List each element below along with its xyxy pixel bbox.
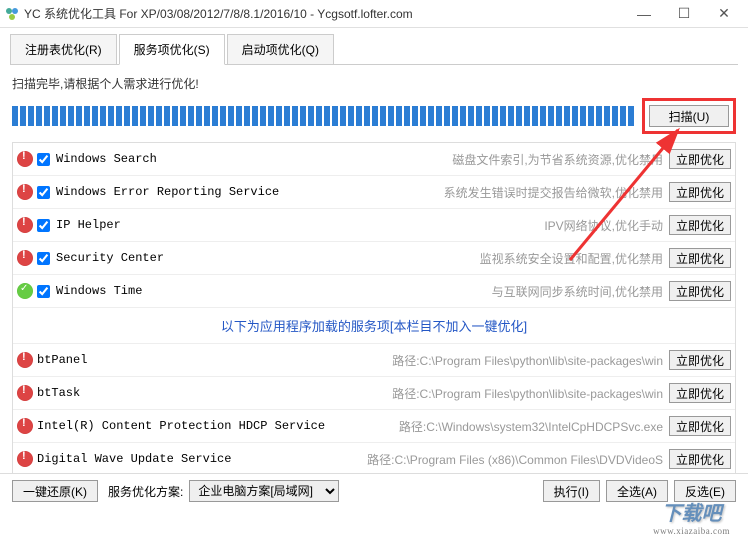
tab-registry[interactable]: 注册表优化(R) <box>10 34 117 64</box>
close-button[interactable]: ✕ <box>704 0 744 28</box>
service-checkbox[interactable] <box>37 186 50 199</box>
optimize-button[interactable]: 立即优化 <box>669 281 731 301</box>
warn-icon <box>17 151 33 167</box>
progress-row: 扫描(U) <box>0 96 748 142</box>
service-row: Windows Search 磁盘文件索引,为节省系统资源,优化禁用 立即优化 <box>13 143 735 176</box>
service-name: Windows Error Reporting Service <box>56 185 279 199</box>
service-desc: 磁盘文件索引,为节省系统资源,优化禁用 <box>157 151 669 168</box>
service-desc: 路径:C:\Program Files\python\lib\site-pack… <box>80 385 669 402</box>
optimize-button[interactable]: 立即优化 <box>669 149 731 169</box>
service-desc: 路径:C:\Program Files\python\lib\site-pack… <box>87 352 669 369</box>
optimize-button[interactable]: 立即优化 <box>669 449 731 469</box>
service-row: Intel(R) Content Protection HDCP Service… <box>13 410 735 443</box>
restore-button[interactable]: 一键还原(K) <box>12 480 98 502</box>
service-row: btPanel 路径:C:\Program Files\python\lib\s… <box>13 344 735 377</box>
service-name: Windows Time <box>56 284 142 298</box>
tab-services[interactable]: 服务项优化(S) <box>119 34 225 65</box>
bottom-toolbar: 一键还原(K) 服务优化方案: 企业电脑方案[局域网] 执行(I) 全选(A) … <box>0 473 748 508</box>
service-checkbox[interactable] <box>37 153 50 166</box>
service-desc: IPV网络协议,优化手动 <box>121 217 669 234</box>
service-desc: 与互联网同步系统时间,优化禁用 <box>142 283 669 300</box>
service-name: Security Center <box>56 251 164 265</box>
warn-icon <box>17 217 33 233</box>
service-row: btTask 路径:C:\Program Files\python\lib\si… <box>13 377 735 410</box>
service-row: Windows Time 与互联网同步系统时间,优化禁用 立即优化 <box>13 275 735 308</box>
service-name: IP Helper <box>56 218 121 232</box>
service-name: Intel(R) Content Protection HDCP Service <box>37 419 325 433</box>
watermark: 下载吧 www.xiazaiba.com <box>653 497 730 536</box>
service-checkbox[interactable] <box>37 219 50 232</box>
service-desc: 路径:C:\Windows\system32\IntelCpHDCPSvc.ex… <box>325 418 669 435</box>
optimize-button[interactable]: 立即优化 <box>669 248 731 268</box>
warn-icon <box>17 250 33 266</box>
scheme-select[interactable]: 企业电脑方案[局域网] <box>189 480 339 502</box>
minimize-button[interactable]: — <box>624 0 664 28</box>
service-row: Security Center 监视系统安全设置和配置,优化禁用 立即优化 <box>13 242 735 275</box>
scheme-label: 服务优化方案: <box>108 483 183 500</box>
warn-icon <box>17 418 33 434</box>
service-row: Windows Error Reporting Service 系统发生错误时提… <box>13 176 735 209</box>
warn-icon <box>17 385 33 401</box>
window-title: YC 系统优化工具 For XP/03/08/2012/7/8/8.1/2016… <box>24 5 624 22</box>
optimize-button[interactable]: 立即优化 <box>669 416 731 436</box>
service-row: IP Helper IPV网络协议,优化手动 立即优化 <box>13 209 735 242</box>
status-text: 扫描完毕,请根据个人需求进行优化! <box>0 65 748 96</box>
tabs: 注册表优化(R) 服务项优化(S) 启动项优化(Q) <box>10 34 738 65</box>
optimize-button[interactable]: 立即优化 <box>669 350 731 370</box>
service-name: btTask <box>37 386 80 400</box>
warn-icon <box>17 451 33 467</box>
tab-startup[interactable]: 启动项优化(Q) <box>227 34 334 64</box>
separator-text: 以下为应用程序加载的服务项[本栏目不加入一键优化] <box>13 308 735 344</box>
service-list[interactable]: Windows Search 磁盘文件索引,为节省系统资源,优化禁用 立即优化 … <box>12 142 736 508</box>
service-desc: 监视系统安全设置和配置,优化禁用 <box>164 250 669 267</box>
optimize-button[interactable]: 立即优化 <box>669 215 731 235</box>
titlebar: YC 系统优化工具 For XP/03/08/2012/7/8/8.1/2016… <box>0 0 748 28</box>
service-name: Digital Wave Update Service <box>37 452 231 466</box>
optimize-button[interactable]: 立即优化 <box>669 383 731 403</box>
service-checkbox[interactable] <box>37 252 50 265</box>
service-desc: 路径:C:\Program Files (x86)\Common Files\D… <box>231 451 669 468</box>
scan-button-highlight: 扫描(U) <box>642 98 736 134</box>
service-checkbox[interactable] <box>37 285 50 298</box>
maximize-button[interactable]: ☐ <box>664 0 704 28</box>
service-desc: 系统发生错误时提交报告给微软,优化禁用 <box>279 184 669 201</box>
execute-button[interactable]: 执行(I) <box>543 480 600 502</box>
service-name: Windows Search <box>56 152 157 166</box>
app-icon <box>4 6 20 22</box>
scan-button[interactable]: 扫描(U) <box>649 105 729 127</box>
warn-icon <box>17 184 33 200</box>
optimize-button[interactable]: 立即优化 <box>669 182 731 202</box>
progress-bar <box>12 106 636 126</box>
service-row: Digital Wave Update Service 路径:C:\Progra… <box>13 443 735 476</box>
ok-icon <box>17 283 33 299</box>
service-name: btPanel <box>37 353 87 367</box>
warn-icon <box>17 352 33 368</box>
